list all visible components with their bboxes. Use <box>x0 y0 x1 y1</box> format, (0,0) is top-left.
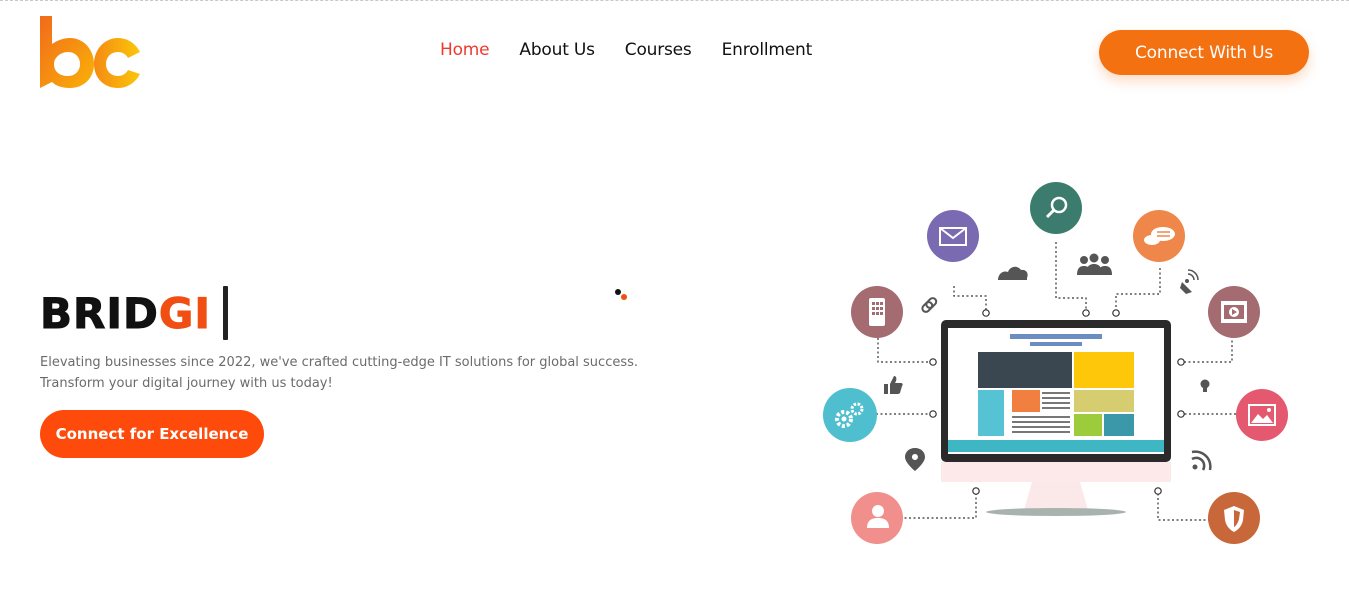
typing-caret <box>222 286 228 340</box>
connect-with-us-button[interactable]: Connect With Us <box>1099 30 1309 75</box>
digital-solutions-illustration <box>823 182 1288 544</box>
location-icon <box>905 448 925 471</box>
brand-logo[interactable] <box>38 14 142 90</box>
cloud-icon <box>998 266 1028 280</box>
main-nav: Home About Us Courses Enrollment <box>440 40 812 60</box>
rss-icon <box>1191 450 1212 471</box>
hero-subtitle: Elevating businesses since 2022, we've c… <box>40 352 640 394</box>
thumbs-up-icon <box>884 376 903 394</box>
satellite-icon <box>1180 269 1199 294</box>
nav-enrollment[interactable]: Enrollment <box>722 40 813 60</box>
nav-courses[interactable]: Courses <box>625 40 692 60</box>
chat-icon <box>1133 210 1185 262</box>
hero-subtitle-line-2: Transform your digital journey with us t… <box>40 376 333 391</box>
loading-dots-icon <box>615 289 627 300</box>
hero-title: BRID GI <box>40 285 228 341</box>
shield-icon <box>1208 492 1260 544</box>
nav-home[interactable]: Home <box>440 40 490 60</box>
connect-for-excellence-button[interactable]: Connect for Excellence <box>40 410 264 458</box>
hero-subtitle-line-1: Elevating businesses since 2022, we've c… <box>40 355 639 370</box>
mobile-icon <box>851 286 903 338</box>
site-header: Home About Us Courses Enrollment Connect… <box>0 0 1349 104</box>
user-icon <box>851 492 903 544</box>
video-icon <box>1208 286 1260 338</box>
hero-title-main: BRID <box>40 288 159 338</box>
bulb-icon <box>1200 379 1210 392</box>
hero-title-highlight: GI <box>158 288 211 338</box>
settings-icon <box>823 388 877 442</box>
users-icon <box>1077 253 1112 275</box>
search-icon <box>1030 182 1082 234</box>
monitor-icon <box>941 320 1171 516</box>
image-icon <box>1236 389 1288 441</box>
nav-about-us[interactable]: About Us <box>519 40 595 60</box>
mail-icon <box>927 210 979 262</box>
link-icon <box>921 297 938 313</box>
